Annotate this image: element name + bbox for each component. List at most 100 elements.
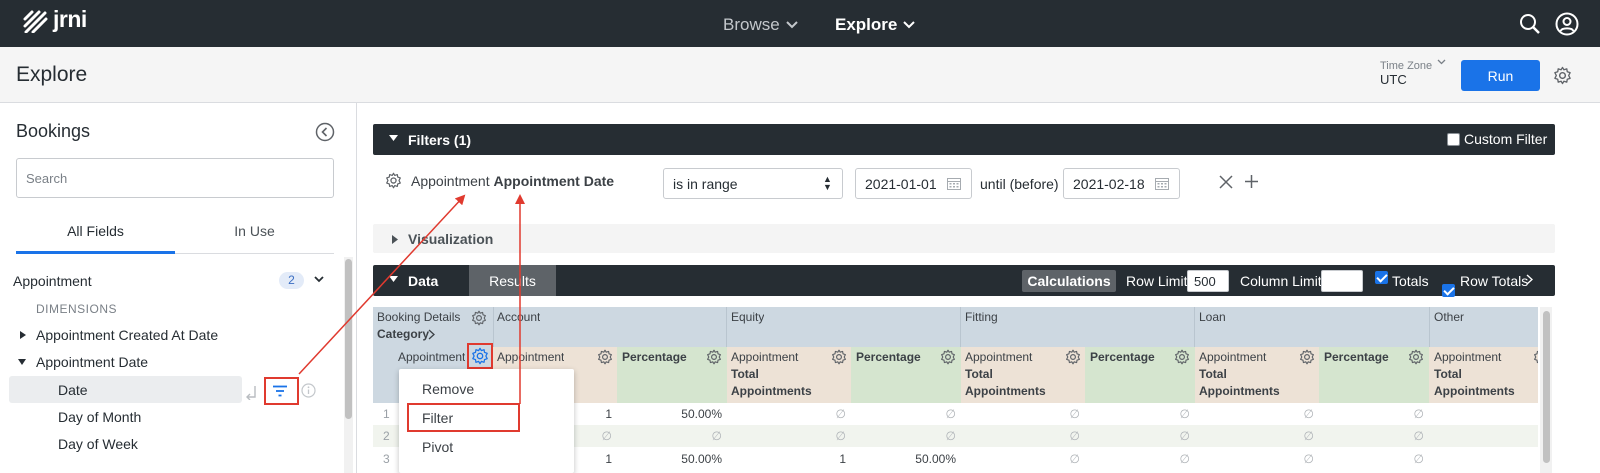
- chevron-right-icon[interactable]: [428, 329, 435, 340]
- custom-filter-checkbox[interactable]: [1447, 132, 1460, 146]
- table-cell[interactable]: ∅: [851, 429, 956, 443]
- table-cell[interactable]: ∅: [1085, 407, 1190, 421]
- calendar-icon[interactable]: [1155, 177, 1169, 190]
- pivot-dimension-label[interactable]: Category: [377, 327, 429, 341]
- field-appointment-created-at-date[interactable]: Appointment Created At Date: [36, 327, 218, 343]
- measure-column-header[interactable]: Appointment Total Appointments: [1199, 349, 1289, 400]
- field-date[interactable]: Date: [58, 382, 88, 398]
- column-divider: [1194, 307, 1195, 347]
- field-search-input[interactable]: [16, 158, 334, 198]
- tab-in-use[interactable]: In Use: [175, 223, 334, 239]
- caret-down-icon[interactable]: [18, 359, 26, 365]
- field-appointment-date[interactable]: Appointment Date: [36, 354, 148, 370]
- table-scrollbar-thumb[interactable]: [1543, 311, 1550, 463]
- table-cell[interactable]: ∅: [1195, 452, 1314, 466]
- sidebar-scrollbar-thumb[interactable]: [345, 259, 352, 419]
- field-day-of-month[interactable]: Day of Month: [58, 409, 141, 425]
- filter-field-dimension: Appointment Date: [493, 173, 615, 189]
- nav-explore-label: Explore: [835, 15, 898, 34]
- gear-icon[interactable]: [1533, 349, 1538, 365]
- active-tab-indicator: [16, 251, 175, 254]
- table-cell[interactable]: ∅: [727, 429, 846, 443]
- gear-icon[interactable]: [385, 172, 402, 189]
- caret-down-icon: [389, 135, 398, 141]
- caret-right-icon[interactable]: [20, 331, 26, 339]
- calculations-button[interactable]: Calculations: [1022, 270, 1116, 292]
- column-limit-label: Column Limit: [1240, 273, 1322, 289]
- row-limit-input[interactable]: 500: [1187, 270, 1229, 292]
- totals-checkbox[interactable]: [1375, 271, 1388, 284]
- filter-icon[interactable]: [272, 385, 288, 397]
- gear-icon[interactable]: [706, 349, 722, 365]
- chevron-down-icon[interactable]: [314, 276, 324, 283]
- chevron-down-icon[interactable]: [1437, 59, 1446, 65]
- table-cell[interactable]: 50.00%: [617, 407, 722, 421]
- filters-section-header[interactable]: [373, 124, 1555, 155]
- gear-icon[interactable]: [1065, 349, 1081, 365]
- table-cell[interactable]: ∅: [617, 429, 722, 443]
- pivot-icon[interactable]: [245, 384, 259, 400]
- nav-explore[interactable]: Explore: [835, 15, 916, 35]
- collapse-sidebar-icon[interactable]: [315, 122, 335, 142]
- data-tab[interactable]: Data: [408, 273, 438, 289]
- explore-name: Bookings: [16, 121, 91, 141]
- table-cell[interactable]: ∅: [1085, 452, 1190, 466]
- gear-icon[interactable]: [1553, 66, 1572, 85]
- dimension-column-header[interactable]: Appointment: [398, 350, 465, 364]
- menu-item-pivot[interactable]: Pivot: [422, 439, 453, 455]
- table-cell[interactable]: ∅: [1195, 429, 1314, 443]
- table-cell[interactable]: 1: [727, 452, 846, 466]
- tab-all-fields[interactable]: All Fields: [16, 223, 175, 239]
- row-totals-checkbox[interactable]: [1442, 284, 1455, 297]
- percentage-column-header[interactable]: Percentage: [622, 350, 687, 364]
- chevron-right-icon[interactable]: [1526, 274, 1533, 285]
- measure-column-header[interactable]: Appointment Total Appointments: [965, 349, 1055, 400]
- pivot-value-account: Account: [497, 310, 541, 324]
- visualization-section-header[interactable]: [373, 224, 1555, 253]
- table-cell[interactable]: ∅: [1195, 407, 1314, 421]
- measure-column-header[interactable]: Appointment: [497, 350, 564, 364]
- custom-filter-toggle[interactable]: Custom Filter: [1447, 131, 1547, 147]
- gear-icon[interactable]: [597, 349, 613, 365]
- table-cell[interactable]: 50.00%: [851, 452, 956, 466]
- table-cell[interactable]: ∅: [851, 407, 956, 421]
- brand-logo[interactable]: jrni: [53, 6, 87, 33]
- percentage-column-header[interactable]: Percentage: [1090, 350, 1155, 364]
- calendar-icon[interactable]: [947, 177, 961, 190]
- nav-browse[interactable]: Browse: [723, 15, 798, 35]
- table-cell[interactable]: ∅: [1319, 429, 1424, 443]
- gear-icon[interactable]: [1408, 349, 1424, 365]
- column-limit-input[interactable]: [1321, 270, 1363, 292]
- results-tab[interactable]: Results: [469, 265, 556, 296]
- measure-column-header[interactable]: Appointment Total Appointments: [731, 349, 821, 400]
- percentage-column-header[interactable]: Percentage: [856, 350, 921, 364]
- table-cell[interactable]: ∅: [961, 407, 1080, 421]
- table-cell[interactable]: ∅: [727, 407, 846, 421]
- gear-icon[interactable]: [471, 347, 489, 365]
- timezone-select[interactable]: UTC: [1380, 72, 1407, 87]
- plus-icon[interactable]: [1244, 174, 1259, 189]
- table-cell[interactable]: ∅: [1319, 452, 1424, 466]
- gear-icon[interactable]: [471, 310, 487, 326]
- run-button[interactable]: Run: [1461, 60, 1540, 91]
- close-icon[interactable]: [1219, 175, 1233, 189]
- info-icon[interactable]: [301, 383, 316, 398]
- gear-icon[interactable]: [831, 349, 847, 365]
- table-cell[interactable]: ∅: [1085, 429, 1190, 443]
- table-cell[interactable]: ∅: [1319, 407, 1424, 421]
- user-account-icon[interactable]: [1555, 12, 1579, 36]
- gear-icon[interactable]: [1299, 349, 1315, 365]
- custom-filter-label: Custom Filter: [1464, 131, 1548, 147]
- view-group-appointment[interactable]: Appointment: [13, 273, 92, 289]
- table-cell[interactable]: ∅: [961, 429, 1080, 443]
- gear-icon[interactable]: [1174, 349, 1190, 365]
- table-cell[interactable]: ∅: [961, 452, 1080, 466]
- measure-column-header[interactable]: Appointment Total Appointments: [1434, 349, 1534, 400]
- percentage-column-header[interactable]: Percentage: [1324, 350, 1389, 364]
- table-cell[interactable]: 50.00%: [617, 452, 722, 466]
- search-icon[interactable]: [1519, 13, 1541, 35]
- gear-icon[interactable]: [940, 349, 956, 365]
- field-day-of-week[interactable]: Day of Week: [58, 436, 138, 452]
- filter-operator-select[interactable]: is in range: [663, 168, 843, 199]
- menu-item-remove[interactable]: Remove: [422, 381, 474, 397]
